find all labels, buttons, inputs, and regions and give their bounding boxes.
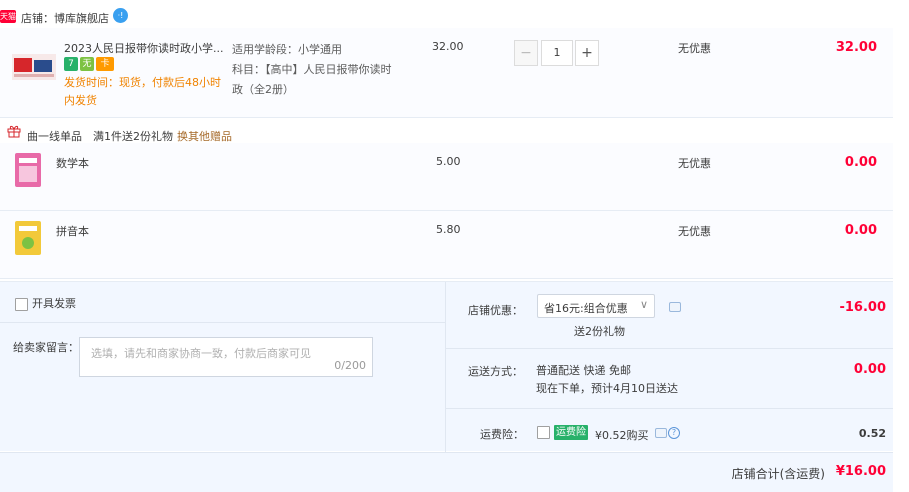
sku-subject: 科目：【高中】人民日报带你读时政（全2册） — [232, 63, 392, 96]
sku-info: 适用学龄段：小学通用 科目：【高中】人民日报带你读时政（全2册） — [232, 40, 402, 100]
no-reason-return-icon: 无 — [80, 57, 94, 71]
gift-promo-label: 曲一线单品 满1件送2份礼物 — [27, 130, 173, 143]
increase-quantity-button[interactable]: + — [575, 40, 599, 66]
insurance-info-icon[interactable] — [655, 428, 667, 438]
invoice-checkbox[interactable] — [15, 297, 28, 311]
shipping-time-note: 发货时间：现货，付款后48小时内发货 — [64, 76, 221, 107]
delivery-estimate: 现在下单，预计4月10日送达 — [536, 382, 678, 395]
tmall-logo-icon: 天猫 — [0, 10, 16, 23]
gift-total: 0.00 — [844, 155, 877, 170]
seller-message-input[interactable]: 选填，请先和商家协商一致，付款后商家可见 0/200 — [79, 337, 373, 377]
gift-name: 拼音本 — [56, 225, 89, 238]
shop-total-amount: ¥16.00 — [835, 464, 886, 479]
shipping-insurance-price: ¥0.52购买 — [595, 429, 649, 442]
gift-thumbnail[interactable] — [15, 153, 41, 187]
service-icons: 7无卡 — [64, 57, 116, 71]
question-icon[interactable]: ? — [668, 427, 680, 439]
quantity-stepper: − 1 + — [514, 40, 600, 66]
gift-item-row: 数学本 5.00 无优惠 0.00 — [0, 143, 893, 211]
gift-price: 5.00 — [436, 155, 461, 168]
gift-discount: 无优惠 — [678, 225, 711, 238]
shipping-insurance-amount: 0.52 — [858, 427, 886, 440]
unit-price: 32.00 — [432, 40, 464, 53]
gift-name: 数学本 — [56, 157, 89, 170]
invoice-option[interactable]: 开具发票 — [15, 295, 76, 311]
gift-icon — [7, 125, 21, 138]
chevron-down-icon: ∨ — [639, 298, 648, 311]
item-discount: 无优惠 — [678, 42, 711, 55]
message-placeholder: 选填，请先和商家协商一致，付款后商家可见 — [91, 347, 311, 360]
gift-item-row: 拼音本 5.80 无优惠 0.00 — [0, 211, 893, 279]
gift-promo-line: 曲一线单品 满1件送2份礼物 换其他赠品 — [0, 119, 909, 143]
shop-name-link[interactable]: 店铺：博库旗舰店 — [21, 10, 109, 26]
shop-discount-select[interactable]: 省16元:组合优惠 ∨ — [537, 294, 655, 318]
product-title-link[interactable]: 2023人民日报带你读时政小学... — [64, 40, 226, 56]
seven-day-return-icon: 7 — [64, 57, 78, 71]
shop-header: 天猫 店铺：博库旗舰店 ·! — [0, 6, 909, 28]
credit-card-icon: 卡 — [96, 57, 114, 71]
discount-gift-note: 送2份礼物 — [574, 325, 625, 338]
shop-discount-selected: 省16元:组合优惠 — [544, 302, 628, 315]
gift-discount: 无优惠 — [678, 157, 711, 170]
shipping-method-label: 运送方式： — [468, 365, 523, 378]
shipping-insurance-checkbox[interactable] — [537, 426, 550, 439]
shipping-method: 普通配送 快递 免邮 — [536, 364, 631, 377]
quantity-input[interactable]: 1 — [541, 40, 573, 66]
shop-total-bar: 店铺合计(含运费) ¥16.00 — [0, 452, 893, 492]
product-thumbnail[interactable] — [10, 44, 58, 92]
shop-total-label: 店铺合计(含运费) — [731, 467, 825, 481]
shipping-insurance-label: 运费险： — [480, 428, 524, 441]
gift-total: 0.00 — [844, 223, 877, 238]
change-gift-link[interactable]: 换其他赠品 — [177, 130, 232, 143]
sku-age-range: 适用学龄段：小学通用 — [232, 43, 342, 56]
gift-price: 5.80 — [436, 223, 461, 236]
order-extras-pane: 开具发票 给卖家留言： 选填，请先和商家协商一致，付款后商家可见 0/200 — [0, 282, 446, 452]
message-char-count: 0/200 — [334, 359, 366, 372]
shop-discount-label: 店铺优惠： — [468, 304, 523, 317]
cart-item-row: 2023人民日报带你读时政小学... 7无卡 发货时间：现货，付款后48小时内发… — [0, 28, 893, 118]
gift-promo-text: 曲一线单品 满1件送2份礼物 换其他赠品 — [27, 128, 232, 144]
item-total: 32.00 — [835, 40, 877, 55]
message-label: 给卖家留言： — [13, 341, 79, 354]
divider — [0, 322, 446, 323]
gift-thumbnail[interactable] — [15, 221, 41, 255]
shipping-insurance-badge: 运费险 — [554, 425, 588, 440]
chat-seller-icon[interactable]: ·! — [113, 8, 128, 23]
discount-info-icon[interactable] — [669, 302, 681, 312]
shop-discount-amount: -16.00 — [839, 300, 886, 315]
shipping-method-info: 普通配送 快递 免邮 现在下单，预计4月10日送达 — [536, 362, 678, 398]
shipping-amount: 0.00 — [853, 362, 886, 377]
order-options-panel: 开具发票 给卖家留言： 选填，请先和商家协商一致，付款后商家可见 0/200 店… — [0, 281, 893, 452]
invoice-label: 开具发票 — [32, 297, 76, 310]
decrease-quantity-button[interactable]: − — [514, 40, 538, 66]
divider — [446, 408, 893, 409]
divider — [446, 348, 893, 349]
